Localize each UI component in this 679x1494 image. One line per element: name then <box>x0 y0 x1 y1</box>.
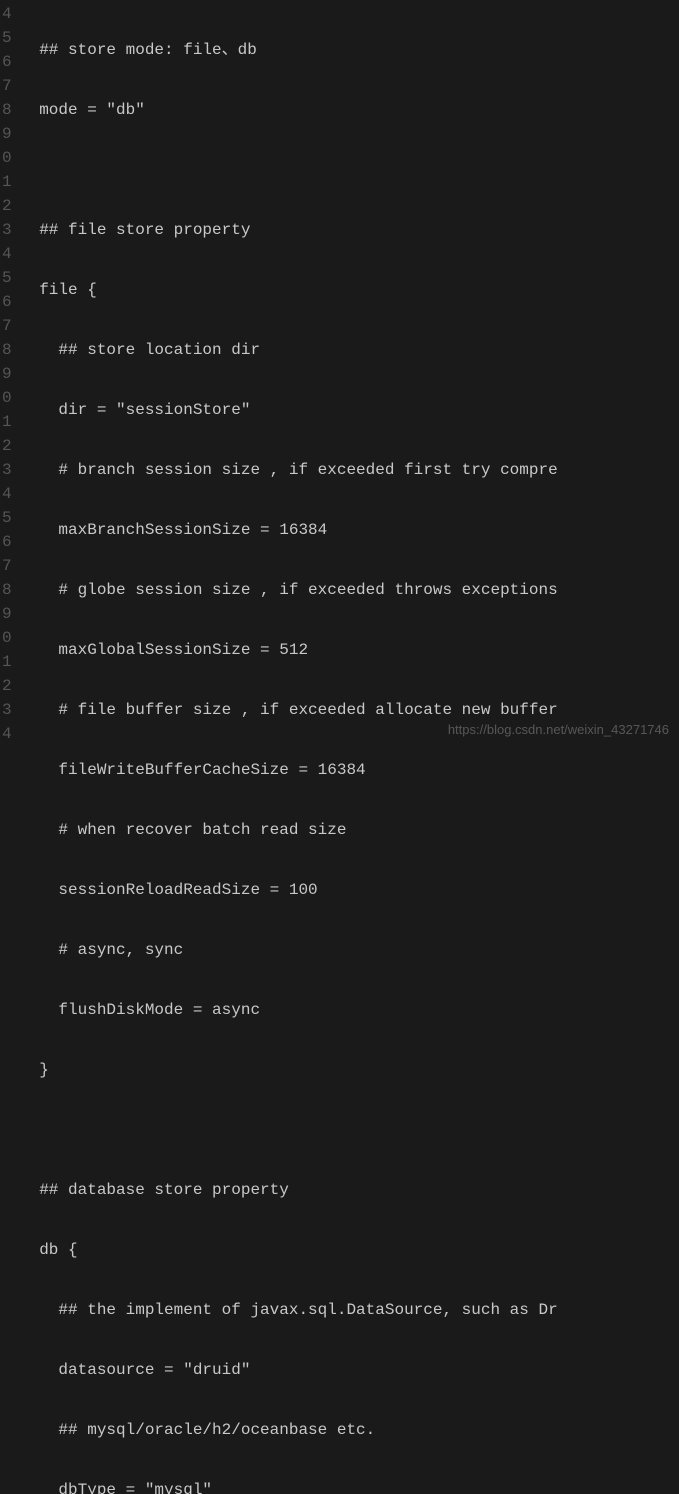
code-line[interactable]: ## store location dir <box>20 338 679 362</box>
line-number: 6 <box>2 530 8 554</box>
code-line[interactable]: maxBranchSessionSize = 16384 <box>20 518 679 542</box>
line-number: 2 <box>2 194 8 218</box>
code-line[interactable]: fileWriteBufferCacheSize = 16384 <box>20 758 679 782</box>
code-line[interactable]: ## the implement of javax.sql.DataSource… <box>20 1298 679 1322</box>
code-line[interactable]: # file buffer size , if exceeded allocat… <box>20 698 679 722</box>
code-line[interactable]: # branch session size , if exceeded firs… <box>20 458 679 482</box>
line-number: 1 <box>2 170 8 194</box>
line-number: 4 <box>2 242 8 266</box>
line-number: 8 <box>2 578 8 602</box>
code-line[interactable]: ## store mode: file、db <box>20 38 679 62</box>
code-line[interactable]: dir = "sessionStore" <box>20 398 679 422</box>
code-line[interactable]: # globe session size , if exceeded throw… <box>20 578 679 602</box>
line-number: 5 <box>2 266 8 290</box>
code-line[interactable]: } <box>20 1058 679 1082</box>
line-number-gutter: 4 5 6 7 8 9 0 1 2 3 4 5 6 7 8 9 0 1 2 3 … <box>0 0 12 747</box>
line-number: 4 <box>2 722 8 746</box>
line-number: 0 <box>2 626 8 650</box>
line-number: 7 <box>2 74 8 98</box>
line-number: 4 <box>2 482 8 506</box>
code-line[interactable]: file { <box>20 278 679 302</box>
line-number: 5 <box>2 506 8 530</box>
line-number: 3 <box>2 698 8 722</box>
line-number: 1 <box>2 410 8 434</box>
code-line[interactable]: dbType = "mysql" <box>20 1478 679 1494</box>
code-line[interactable]: # when recover batch read size <box>20 818 679 842</box>
line-number: 0 <box>2 386 8 410</box>
code-line[interactable]: sessionReloadReadSize = 100 <box>20 878 679 902</box>
line-number: 3 <box>2 218 8 242</box>
line-number: 1 <box>2 650 8 674</box>
line-number: 5 <box>2 26 8 50</box>
code-line[interactable]: ## database store property <box>20 1178 679 1202</box>
line-number: 4 <box>2 2 8 26</box>
code-line[interactable]: ## file store property <box>20 218 679 242</box>
line-number: 6 <box>2 290 8 314</box>
line-number: 3 <box>2 458 8 482</box>
line-number: 0 <box>2 146 8 170</box>
code-line[interactable]: # async, sync <box>20 938 679 962</box>
line-number: 9 <box>2 122 8 146</box>
code-line[interactable]: ## mysql/oracle/h2/oceanbase etc. <box>20 1418 679 1442</box>
line-number: 6 <box>2 50 8 74</box>
code-line[interactable]: datasource = "druid" <box>20 1358 679 1382</box>
line-number: 7 <box>2 314 8 338</box>
code-content[interactable]: ## store mode: file、db mode = "db" ## fi… <box>12 0 679 747</box>
line-number: 2 <box>2 434 8 458</box>
code-line[interactable] <box>20 1118 679 1142</box>
line-number: 8 <box>2 98 8 122</box>
line-number: 7 <box>2 554 8 578</box>
code-line[interactable]: maxGlobalSessionSize = 512 <box>20 638 679 662</box>
line-number: 9 <box>2 362 8 386</box>
line-number: 9 <box>2 602 8 626</box>
code-line[interactable] <box>20 158 679 182</box>
line-number: 2 <box>2 674 8 698</box>
line-number: 8 <box>2 338 8 362</box>
code-line[interactable]: flushDiskMode = async <box>20 998 679 1022</box>
code-line[interactable]: db { <box>20 1238 679 1262</box>
code-editor[interactable]: 4 5 6 7 8 9 0 1 2 3 4 5 6 7 8 9 0 1 2 3 … <box>0 0 679 747</box>
code-line[interactable]: mode = "db" <box>20 98 679 122</box>
